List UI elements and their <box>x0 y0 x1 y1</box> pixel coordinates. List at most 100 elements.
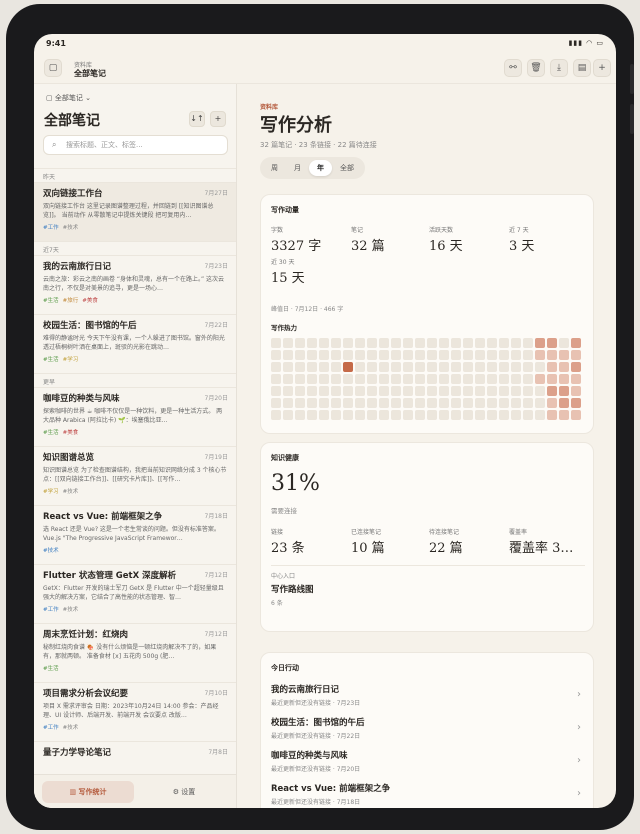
chevron-right-icon: › <box>577 788 581 799</box>
action-title: 我的云南旅行日记 <box>271 685 340 695</box>
range-tab[interactable]: 周 <box>263 160 286 176</box>
heatmap-cell <box>427 362 437 372</box>
heatmap-cell <box>367 350 377 360</box>
heatmap-cell <box>343 398 353 408</box>
note-list-item[interactable]: React vs Vue: 前端框架之争 7月18日选 React 还是 Vue?… <box>34 505 236 564</box>
heatmap-cell <box>571 374 581 384</box>
heatmap-cell <box>547 374 557 384</box>
heatmap-cell <box>559 386 569 396</box>
tag-badge[interactable]: #技术 <box>63 489 79 495</box>
heatmap-cell <box>271 350 281 360</box>
range-segmented-control: 周月年全部 <box>260 157 365 179</box>
tag-badge[interactable]: #生活 <box>43 430 59 436</box>
hub-entry[interactable]: 中心入口 写作路线图 6 条 <box>271 571 314 607</box>
heatmap-cell <box>295 338 305 348</box>
note-list-item[interactable]: 咖啡豆的种类与风味 7月20日 探索咖啡的世界 ☕ 咖啡不仅仅是一种饮料，更是一种生… <box>34 387 236 446</box>
note-excerpt: 秘制红烧肉食谱 🍖 没有什么烦恼是一顿红烧肉解决不了的，如果有，那就两顿。 准备… <box>43 644 217 660</box>
tag-badge[interactable]: #生活 <box>43 298 59 304</box>
export-icon: ▤ <box>577 63 587 73</box>
heatmap-cell <box>343 338 353 348</box>
note-title: 量子力学导论笔记 <box>43 748 112 758</box>
heatmap-cell <box>571 398 581 408</box>
tag-badge[interactable]: #美食 <box>82 298 98 304</box>
search-input[interactable]: ⌕ 搜索标题、正文、标签... <box>43 135 228 155</box>
heatmap-cell <box>355 338 365 348</box>
heatmap-cell <box>319 338 329 348</box>
chevron-right-icon: › <box>577 689 581 700</box>
stat-words: 字数 3327 字 <box>271 225 321 254</box>
action-title: 校园生活：图书馆的午后 <box>271 718 365 728</box>
heatmap-cell <box>523 362 533 372</box>
note-list-item[interactable]: 项目需求分析会议纪要 7月10日 项目 X 需求评审会 日期：2023年10月24日… <box>34 682 236 741</box>
note-list-item[interactable]: 周末烹饪计划：红烧肉 7月12日 秘制红烧肉食谱 🍖 没有什么烦恼是一顿红烧肉解决不… <box>34 623 236 682</box>
tag-badge[interactable]: #生活 <box>43 357 59 363</box>
heatmap-cell <box>451 338 461 348</box>
note-list-item[interactable]: 校园生活：图书馆的午后 7月22日 难得的静谧时光 今天下午没有课，一个人躲进了图书… <box>34 314 236 373</box>
sidebar-toggle-button[interactable]: ▢ <box>44 59 62 77</box>
library-selector[interactable]: ▢ 全部笔记 ⌄ <box>46 93 91 103</box>
heatmap-cell <box>391 338 401 348</box>
tag-badge[interactable]: #工作 <box>43 725 59 731</box>
heatmap-cell <box>487 350 497 360</box>
heatmap-cell <box>343 350 353 360</box>
heatmap-cell <box>499 338 509 348</box>
tag-badge[interactable]: #学习 <box>43 489 59 495</box>
tag-badge[interactable]: #技术 <box>43 548 59 554</box>
heatmap-cell <box>559 338 569 348</box>
heatmap-cell <box>475 362 485 372</box>
download-button[interactable]: ⤓ <box>550 59 568 77</box>
action-item[interactable]: 校园生活：图书馆的午后 最近更新但还没有链接 · 7月22日 › <box>271 716 585 748</box>
heatmap-cell <box>427 398 437 408</box>
heatmap-cell <box>571 338 581 348</box>
heatmap-cell <box>307 410 317 420</box>
note-tags: #工作 #技术 <box>43 605 228 613</box>
heatmap-cell <box>463 386 473 396</box>
heatmap-cell <box>355 362 365 372</box>
note-list-item[interactable]: 知识图谱总览 7月19日 知识图谱总览 为了检查图谱结构，我把当前知识网络分成 3 … <box>34 446 236 505</box>
delete-button[interactable]: 🗑 <box>527 59 545 77</box>
heatmap-cell <box>475 410 485 420</box>
note-excerpt: GetX：Flutter 开发的瑞士军刀 GetX 是 Flutter 中一个超… <box>43 585 224 601</box>
heatmap-cell <box>283 338 293 348</box>
sort-button[interactable]: ↓↑ <box>189 111 205 127</box>
gear-icon: ⚙ <box>172 788 182 796</box>
section-label: 更早 <box>34 373 236 387</box>
add-button[interactable]: + <box>593 59 611 77</box>
range-tab[interactable]: 年 <box>309 160 332 176</box>
note-list-item[interactable]: Flutter 状态管理 GetX 深度解析 7月12日 GetX：Flutter … <box>34 564 236 623</box>
chevron-right-icon: › <box>577 755 581 766</box>
tag-badge[interactable]: #美食 <box>63 430 79 436</box>
share-button[interactable]: ⚯ <box>504 59 522 77</box>
heatmap-cell <box>499 410 509 420</box>
new-note-button[interactable]: + <box>210 111 226 127</box>
note-tags: #技术 <box>43 546 228 554</box>
export-button[interactable]: ▤ <box>573 59 591 77</box>
tag-badge[interactable]: #生活 <box>43 666 59 672</box>
heatmap-cell <box>523 338 533 348</box>
plus-icon: + <box>214 114 222 123</box>
tag-badge[interactable]: #工作 <box>43 607 59 613</box>
momentum-heading: 写作动量 <box>271 206 299 214</box>
action-item[interactable]: 我的云南旅行日记 最近更新但还没有链接 · 7月23日 › <box>271 683 585 715</box>
heatmap-cell <box>283 350 293 360</box>
action-item[interactable]: 咖啡豆的种类与风味 最近更新但还没有链接 · 7月20日 › <box>271 749 585 781</box>
heatmap-cell <box>271 386 281 396</box>
note-list-item[interactable]: 我的云南旅行日记 7月23日 云南之旅：彩云之南的画卷 “身体和灵魂，总有一个在路上… <box>34 255 236 314</box>
action-item[interactable]: React vs Vue: 前端框架之争 最近更新但还没有链接 · 7月18日 › <box>271 782 585 808</box>
range-tab[interactable]: 月 <box>286 160 309 176</box>
range-tab[interactable]: 全部 <box>332 160 362 176</box>
heatmap-cell <box>499 362 509 372</box>
tab-writing-stats[interactable]: ▥ 写作统计 <box>42 781 134 803</box>
stat-label: 链接 <box>271 529 284 536</box>
tag-badge[interactable]: #技术 <box>63 725 79 731</box>
heatmap-cell <box>391 374 401 384</box>
tag-badge[interactable]: #技术 <box>63 607 79 613</box>
tag-badge[interactable]: #旅行 <box>63 298 79 304</box>
note-list-item[interactable]: 双向链接工作台 7月27日 双向链接工作台 这里记录图谱整理过程，并回链到 [[知识… <box>34 182 236 241</box>
tag-badge[interactable]: #学习 <box>63 357 79 363</box>
tag-badge[interactable]: #工作 <box>43 225 59 231</box>
tag-badge[interactable]: #技术 <box>63 225 79 231</box>
stats-icon: ▥ <box>69 788 79 796</box>
screen: 9:41 ▮▮▮ ◠ ▭ ▢ 资料库 全部笔记 ⚯ 🗑 ⤓ ▤ + ▢ 全部笔记… <box>34 34 616 808</box>
tab-settings[interactable]: ⚙ 设置 <box>138 781 230 803</box>
